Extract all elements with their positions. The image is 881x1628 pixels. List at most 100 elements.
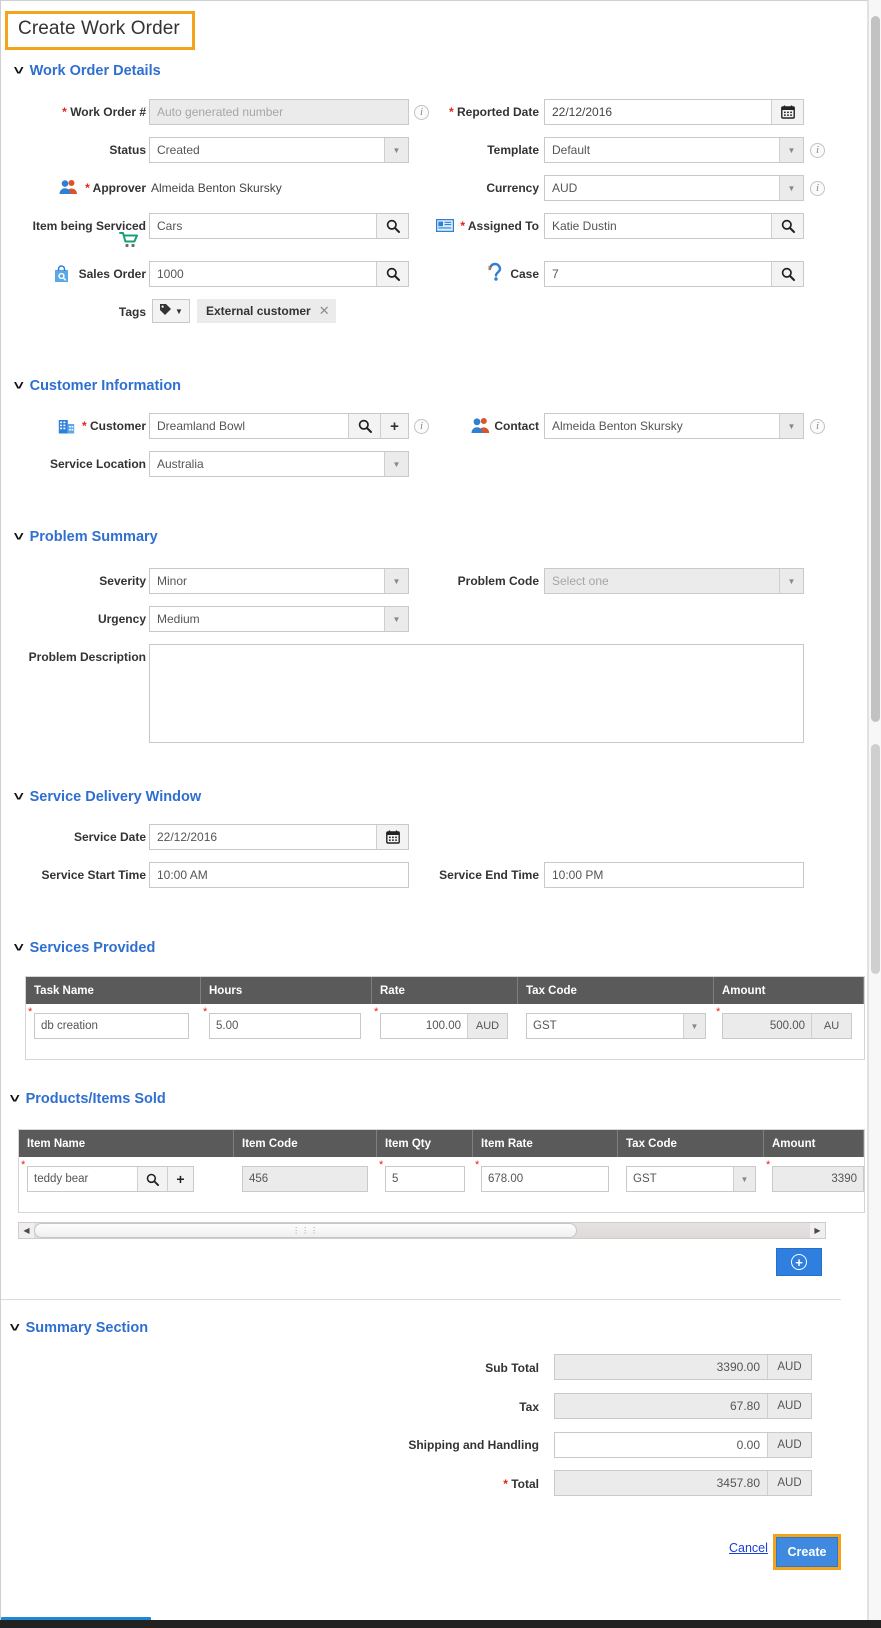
section-header-services-provided[interactable]: ˅ Services Provided — [14, 940, 156, 956]
scrollbar-thumb[interactable]: ⋮⋮⋮ — [34, 1223, 578, 1238]
chevron-down-icon[interactable]: ▼ — [683, 1014, 705, 1038]
task-name-input[interactable]: db creation — [34, 1013, 189, 1039]
sales-order-input[interactable]: 1000 — [149, 261, 409, 287]
section-header-service-delivery-window[interactable]: ˅ Service Delivery Window — [14, 789, 202, 805]
template-select[interactable]: Default ▼ — [544, 137, 804, 163]
products-table-horizontal-scrollbar[interactable]: ◀ ⋮⋮⋮ ▶ — [18, 1222, 826, 1239]
add-item-icon[interactable]: + — [167, 1167, 193, 1191]
cancel-button[interactable]: Cancel — [729, 1541, 768, 1555]
search-icon[interactable] — [137, 1167, 167, 1191]
chevron-down-icon[interactable]: ▼ — [779, 176, 803, 200]
tag-icon — [159, 303, 172, 319]
amount-input[interactable]: 3390 — [772, 1166, 864, 1192]
chevron-down-icon[interactable]: ▼ — [384, 607, 408, 631]
search-icon[interactable] — [376, 214, 408, 238]
contact-select[interactable]: Almeida Benton Skursky ▼ — [544, 413, 804, 439]
chevron-down-icon: ˅ — [13, 377, 24, 393]
sub-total-field[interactable]: 3390.00 AUD — [554, 1354, 812, 1380]
page-scrollbar-thumb-secondary[interactable] — [871, 744, 880, 974]
close-icon[interactable]: ✕ — [319, 303, 330, 319]
chevron-down-icon[interactable]: ▼ — [384, 138, 408, 162]
search-icon[interactable] — [376, 262, 408, 286]
item-rate-input[interactable]: 678.00 — [481, 1166, 609, 1192]
chevron-down-icon[interactable]: ▼ — [779, 138, 803, 162]
required-asterisk: * — [379, 1159, 384, 1171]
info-icon-customer[interactable]: i — [414, 419, 429, 434]
assigned-to-input[interactable]: Katie Dustin — [544, 213, 804, 239]
chevron-down-icon: ˅ — [9, 1319, 20, 1335]
info-icon-currency[interactable]: i — [810, 181, 825, 196]
item-code-input[interactable]: 456 — [242, 1166, 368, 1192]
label-service-date: Service Date — [73, 830, 146, 844]
problem-description-textarea[interactable] — [149, 644, 804, 743]
chevron-down-icon[interactable]: ▼ — [384, 569, 408, 593]
create-button[interactable]: Create — [776, 1537, 838, 1567]
required-asterisk: * — [203, 1006, 208, 1018]
problem-code-select[interactable]: Select one ▼ — [544, 568, 804, 594]
scrollbar-track[interactable]: ⋮⋮⋮ — [34, 1223, 810, 1238]
tax-code-select[interactable]: GST ▼ — [626, 1166, 756, 1192]
label-case: Case — [510, 267, 539, 281]
reported-date-input[interactable]: 22/12/2016 — [544, 99, 804, 125]
hours-input[interactable]: 5.00 — [209, 1013, 361, 1039]
section-header-problem-summary[interactable]: ˅ Problem Summary — [14, 529, 158, 545]
shipping-and-handling-field[interactable]: 0.00 AUD — [554, 1432, 812, 1458]
required-asterisk: * — [475, 1159, 480, 1171]
page-scrollbar-thumb[interactable] — [871, 16, 880, 722]
scroll-right-arrow-icon[interactable]: ▶ — [810, 1223, 825, 1238]
service-end-time-input[interactable]: 10:00 PM — [544, 862, 804, 888]
tags-dropdown-button[interactable]: ▼ — [152, 299, 190, 323]
section-header-summary-section[interactable]: ˅ Summary Section — [9, 1319, 148, 1336]
item-qty-input[interactable]: 5 — [385, 1166, 465, 1192]
cell-item-qty: * 5 — [377, 1157, 473, 1201]
section-header-products-items-sold[interactable]: ˅ Products/Items Sold — [10, 1091, 166, 1107]
search-icon[interactable] — [348, 414, 380, 438]
create-button-highlight: Create — [773, 1534, 841, 1570]
case-input[interactable]: 7 — [544, 261, 804, 287]
tag-chip-external-customer[interactable]: External customer ✕ — [197, 299, 336, 323]
plus-icon: + — [791, 1254, 807, 1270]
chevron-down-icon[interactable]: ▼ — [733, 1167, 755, 1191]
section-header-customer-information[interactable]: ˅ Customer Information — [13, 377, 181, 394]
page-vertical-scrollbar[interactable] — [868, 0, 881, 1628]
add-customer-icon[interactable]: + — [380, 414, 408, 438]
status-select[interactable]: Created ▼ — [149, 137, 409, 163]
tax-field[interactable]: 67.80 AUD — [554, 1393, 812, 1419]
service-start-time-input[interactable]: 10:00 AM — [149, 862, 409, 888]
label-reported-date: * Reported Date — [448, 105, 539, 119]
add-product-row-button[interactable]: + — [776, 1248, 822, 1276]
info-icon-contact[interactable]: i — [810, 419, 825, 434]
calendar-icon[interactable] — [376, 825, 408, 849]
info-icon-template[interactable]: i — [810, 143, 825, 158]
item-name-input[interactable]: teddy bear + — [27, 1166, 194, 1192]
section-header-work-order-details[interactable]: ˅ Work Order Details — [14, 63, 161, 79]
amount-input[interactable]: 500.00 AU — [722, 1013, 852, 1039]
scroll-left-arrow-icon[interactable]: ◀ — [19, 1223, 34, 1238]
search-icon[interactable] — [771, 262, 803, 286]
page-title: Create Work Order — [5, 11, 195, 50]
service-location-select[interactable]: Australia ▼ — [149, 451, 409, 477]
column-header-tax-code: Tax Code — [518, 977, 714, 1004]
label-service-start-time: Service Start Time — [41, 868, 146, 882]
item-being-serviced-input[interactable]: Cars — [149, 213, 409, 239]
calendar-icon[interactable] — [771, 100, 803, 124]
search-icon[interactable] — [771, 214, 803, 238]
work-order-number-input[interactable]: Auto generated number — [149, 99, 409, 125]
chevron-down-icon[interactable]: ▼ — [779, 414, 803, 438]
label-severity: Severity — [99, 574, 146, 588]
total-field[interactable]: 3457.80 AUD — [554, 1470, 812, 1496]
chevron-down-icon[interactable]: ▼ — [384, 452, 408, 476]
tax-code-select[interactable]: GST ▼ — [526, 1013, 706, 1039]
severity-select[interactable]: Minor ▼ — [149, 568, 409, 594]
sub-total-currency: AUD — [767, 1355, 811, 1379]
section-title: Service Delivery Window — [29, 789, 202, 805]
customer-input[interactable]: Dreamland Bowl + — [149, 413, 409, 439]
label-problem-description: Problem Description — [28, 650, 146, 664]
required-asterisk: * — [62, 105, 67, 119]
urgency-select[interactable]: Medium ▼ — [149, 606, 409, 632]
rate-input[interactable]: 100.00 AUD — [380, 1013, 508, 1039]
window-bottom-edge — [0, 1620, 881, 1628]
chevron-down-icon[interactable]: ▼ — [779, 569, 803, 593]
service-date-input[interactable]: 22/12/2016 — [149, 824, 409, 850]
currency-select[interactable]: AUD ▼ — [544, 175, 804, 201]
